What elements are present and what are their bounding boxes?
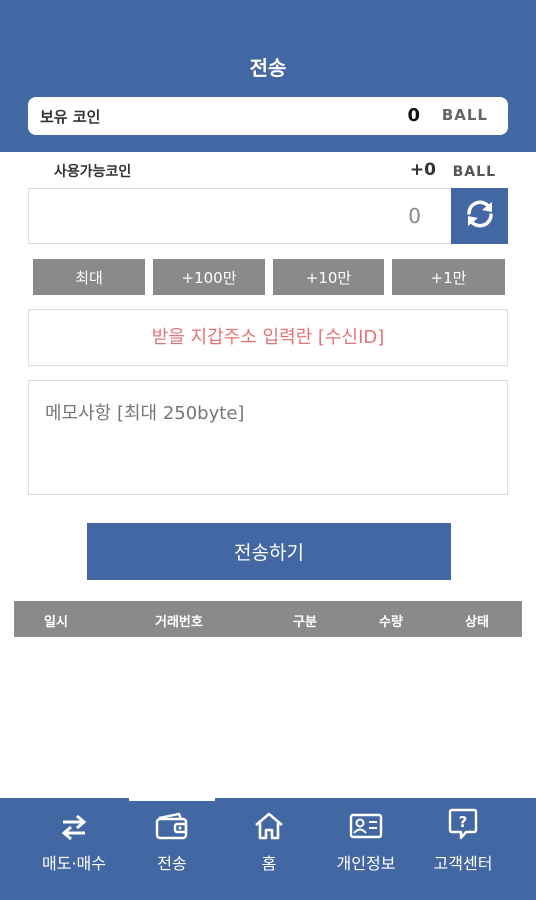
header: 전송 보유 코인 0 BALL bbox=[0, 0, 536, 152]
amount-input[interactable] bbox=[29, 189, 451, 243]
quick-button-1m[interactable]: +100만 bbox=[153, 259, 265, 295]
tab-label: 개인정보 bbox=[336, 854, 396, 873]
page-title: 전송 bbox=[249, 56, 287, 80]
tab-home[interactable]: 홈 bbox=[219, 806, 319, 886]
tab-support[interactable]: ? 고객센터 bbox=[413, 806, 513, 886]
available-coin-value: +0 bbox=[409, 160, 436, 180]
tab-label: 홈 bbox=[261, 854, 277, 873]
column-header-tx-number: 거래번호 bbox=[155, 615, 203, 630]
memo-field bbox=[28, 380, 508, 495]
quick-button-max[interactable]: 최대 bbox=[33, 259, 145, 295]
refresh-button[interactable] bbox=[451, 188, 508, 244]
tab-profile[interactable]: 개인정보 bbox=[316, 806, 416, 886]
column-header-type: 구분 bbox=[293, 615, 317, 630]
address-field bbox=[28, 309, 508, 366]
amount-field bbox=[28, 188, 452, 244]
held-coin-box: 보유 코인 0 BALL bbox=[28, 97, 508, 135]
held-coin-label: 보유 코인 bbox=[40, 108, 101, 126]
svg-text:?: ? bbox=[459, 813, 468, 831]
tab-send[interactable]: 전송 bbox=[122, 806, 222, 886]
available-coin-unit: BALL bbox=[452, 164, 496, 180]
quick-button-10k[interactable]: +1만 bbox=[392, 259, 505, 295]
available-coin-label: 사용가능코인 bbox=[54, 164, 132, 180]
quick-button-100k[interactable]: +10만 bbox=[273, 259, 384, 295]
help-bubble-icon: ? bbox=[413, 806, 513, 840]
tab-label: 매도·매수 bbox=[42, 854, 106, 873]
held-coin-unit: BALL bbox=[441, 106, 488, 124]
tab-label: 고객센터 bbox=[433, 854, 493, 873]
wallet-icon bbox=[122, 806, 222, 840]
tab-label: 전송 bbox=[157, 854, 187, 873]
refresh-icon bbox=[463, 199, 497, 233]
column-header-status: 상태 bbox=[465, 615, 489, 630]
memo-input[interactable] bbox=[29, 381, 507, 494]
history-table-header: 일시 거래번호 구분 수량 상태 bbox=[14, 601, 522, 637]
address-input[interactable] bbox=[29, 310, 507, 365]
send-button[interactable]: 전송하기 bbox=[87, 523, 451, 580]
column-header-datetime: 일시 bbox=[44, 615, 68, 630]
home-icon bbox=[219, 806, 319, 840]
held-coin-value: 0 bbox=[407, 105, 420, 126]
tab-trade[interactable]: 매도·매수 bbox=[24, 806, 124, 886]
swap-arrows-icon bbox=[24, 806, 124, 840]
id-card-icon bbox=[316, 806, 416, 840]
column-header-quantity: 수량 bbox=[379, 615, 403, 630]
active-tab-indicator bbox=[129, 797, 215, 801]
